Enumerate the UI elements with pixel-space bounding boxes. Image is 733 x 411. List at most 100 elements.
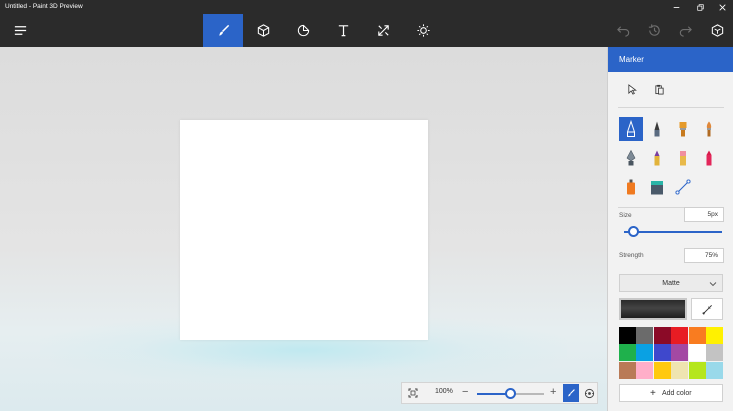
remix3d-icon: [711, 24, 723, 37]
maximize-button[interactable]: [689, 0, 711, 14]
tab-text[interactable]: [323, 14, 363, 47]
paste-button[interactable]: [651, 81, 667, 97]
tab-effects[interactable]: [403, 14, 443, 47]
chevron-down-icon: [709, 282, 717, 287]
tab-stickers[interactable]: [283, 14, 323, 47]
palette-color-swatch[interactable]: [671, 327, 689, 344]
line-icon: [675, 179, 691, 195]
fit-screen-icon: [408, 388, 418, 398]
palette-color-swatch[interactable]: [653, 327, 671, 344]
calligraphy-pen-tool[interactable]: [645, 117, 669, 141]
plus-icon: +: [650, 388, 656, 399]
view-3d-icon: [584, 388, 594, 398]
zoom-in-button[interactable]: +: [550, 385, 556, 399]
eyedropper-button[interactable]: [691, 298, 723, 320]
palette-color-swatch[interactable]: [671, 361, 689, 379]
line-tool[interactable]: [671, 175, 695, 199]
marker-tool[interactable]: [619, 117, 643, 141]
size-slider-thumb[interactable]: [628, 226, 640, 237]
marker-icon: [627, 120, 635, 137]
size-value-field[interactable]: 5px: [684, 207, 724, 222]
palette-color-swatch[interactable]: [653, 361, 671, 379]
close-icon: [718, 3, 726, 11]
undo-icon: [616, 26, 629, 37]
finish-value: Matte: [662, 280, 680, 287]
pencil-icon: [654, 150, 660, 166]
current-color-swatch[interactable]: [619, 298, 687, 320]
add-color-label: Add color: [662, 390, 692, 397]
tab-brushes[interactable]: [203, 14, 243, 47]
tab-3d-objects[interactable]: [243, 14, 283, 47]
palette-color-swatch[interactable]: [688, 344, 706, 362]
pixel-pen-tool[interactable]: [619, 146, 643, 170]
palette-color-swatch[interactable]: [636, 344, 654, 362]
palette-color-swatch[interactable]: [636, 361, 654, 379]
brush-icon: [218, 24, 229, 36]
fit-to-screen-button[interactable]: [405, 385, 421, 401]
minimize-icon: [673, 6, 679, 8]
select-tool-button[interactable]: [624, 81, 640, 97]
panel-header: Marker: [608, 47, 733, 72]
cursor-icon: [627, 83, 637, 95]
panel-divider: [618, 107, 724, 108]
add-color-button[interactable]: + Add color: [619, 384, 723, 402]
redo-icon: [679, 26, 692, 37]
zoom-slider-thumb[interactable]: [505, 388, 516, 399]
zoom-bar: 100% − +: [401, 382, 598, 404]
spray-can-tool[interactable]: [619, 175, 643, 199]
palette-color-swatch[interactable]: [671, 344, 689, 362]
finish-dropdown[interactable]: Matte: [619, 274, 723, 292]
remix3d-button[interactable]: [697, 14, 733, 47]
2d-view-button[interactable]: [563, 384, 579, 402]
palette-color-swatch[interactable]: [706, 327, 723, 344]
sun-icon: [416, 24, 430, 37]
calligraphy-pen-icon: [654, 121, 660, 137]
3d-view-button[interactable]: [581, 384, 597, 402]
palette-color-swatch[interactable]: [636, 327, 654, 344]
palette-color-swatch[interactable]: [619, 344, 636, 362]
tab-canvas[interactable]: [363, 14, 403, 47]
strength-value-field[interactable]: 75%: [684, 248, 724, 263]
palette-color-swatch[interactable]: [619, 327, 636, 344]
pixel-pen-icon: [626, 149, 636, 166]
close-button[interactable]: [711, 0, 733, 14]
oil-brush-icon: [679, 122, 687, 137]
title-bar: Untitled - Paint 3D Preview: [0, 0, 733, 14]
palette-color-swatch[interactable]: [688, 361, 706, 379]
cube-icon: [257, 24, 269, 37]
eraser-icon: [680, 151, 686, 166]
main-toolbar: [0, 14, 733, 47]
brush-icon: [568, 389, 575, 397]
palette-color-swatch[interactable]: [619, 361, 636, 379]
watercolor-tool[interactable]: [697, 117, 721, 141]
zoom-out-button[interactable]: −: [462, 385, 468, 399]
strength-label: Strength: [619, 252, 644, 259]
fill-bucket-tool[interactable]: [645, 175, 669, 199]
drawing-canvas[interactable]: [180, 120, 428, 340]
menu-button[interactable]: [0, 14, 40, 47]
crayon-tool[interactable]: [697, 146, 721, 170]
pencil-tool[interactable]: [645, 146, 669, 170]
eyedropper-icon: [701, 304, 712, 315]
sticker-icon: [297, 24, 309, 37]
canvas-resize-icon: [377, 25, 389, 36]
crayon-icon: [706, 150, 712, 166]
spray-can-icon: [627, 179, 635, 195]
palette-color-swatch[interactable]: [653, 344, 671, 362]
minimize-button[interactable]: [665, 0, 687, 14]
window-title: Untitled - Paint 3D Preview: [5, 3, 83, 10]
brush-panel: Marker Size 5px Strength 75% Matte + Add…: [607, 47, 733, 411]
palette-color-swatch[interactable]: [706, 344, 723, 362]
palette-color-swatch[interactable]: [706, 361, 723, 379]
color-palette: [619, 327, 723, 379]
canvas-workspace[interactable]: 100% − +: [0, 47, 607, 411]
oil-brush-tool[interactable]: [671, 117, 695, 141]
hamburger-menu-icon: [14, 26, 26, 35]
maximize-icon: [696, 3, 704, 11]
palette-color-swatch[interactable]: [688, 327, 706, 344]
text-icon: [338, 25, 348, 37]
eraser-tool[interactable]: [671, 146, 695, 170]
zoom-percent: 100%: [435, 388, 453, 395]
brush-tools-grid: [618, 117, 726, 201]
panel-title: Marker: [619, 55, 644, 64]
